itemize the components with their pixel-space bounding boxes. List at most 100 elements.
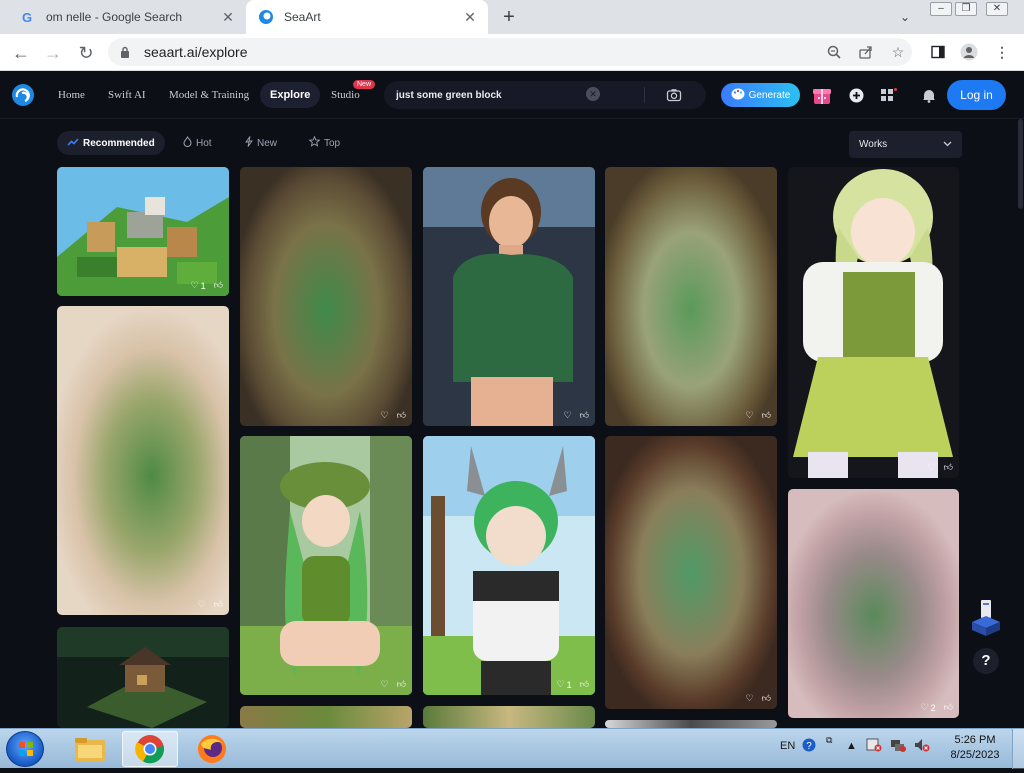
- file-explorer-icon[interactable]: [62, 731, 118, 767]
- scrollbar-track[interactable]: [1017, 119, 1024, 728]
- notification-bell-icon[interactable]: [921, 87, 937, 103]
- network-icon[interactable]: [890, 738, 906, 755]
- clear-search-icon[interactable]: ✕: [586, 87, 600, 101]
- new-tab-button[interactable]: +: [498, 6, 520, 28]
- share-icon[interactable]: [856, 42, 876, 62]
- firefox-icon[interactable]: [184, 731, 240, 767]
- filter-new[interactable]: New: [235, 131, 287, 155]
- url-field[interactable]: seaart.ai/explore: [108, 38, 912, 66]
- filter-recommended[interactable]: Recommended: [57, 131, 165, 155]
- close-tab-icon[interactable]: ✕: [218, 7, 238, 27]
- tray-expand-icon[interactable]: ▲: [846, 740, 857, 752]
- help-button[interactable]: ?: [973, 648, 999, 674]
- nav-model-training[interactable]: Model & Training: [169, 89, 249, 101]
- image-card-blurred[interactable]: ♡ 2 👍︎: [788, 489, 959, 718]
- chip-label: New: [257, 137, 278, 149]
- like-icon[interactable]: ♡: [564, 410, 572, 421]
- image-card-partial[interactable]: [605, 720, 777, 728]
- minimize-button[interactable]: –: [930, 2, 952, 16]
- google-icon: G: [20, 9, 36, 25]
- nav-explore[interactable]: Explore: [260, 82, 321, 108]
- studio-new-badge: New: [353, 80, 376, 89]
- image-card-partial[interactable]: [423, 706, 595, 728]
- chrome-menu-icon[interactable]: ⋮: [992, 42, 1012, 62]
- floating-promo-icon[interactable]: [970, 598, 1002, 638]
- nav-home[interactable]: Home: [58, 89, 85, 101]
- tab-search-icon[interactable]: ⌄: [895, 8, 915, 26]
- side-panel-icon[interactable]: [928, 42, 948, 62]
- image-card-blurred[interactable]: ♡ 👍︎: [57, 306, 229, 615]
- nav-studio[interactable]: Studio: [331, 89, 360, 101]
- image-card-blurred[interactable]: ♡ 👍︎: [240, 167, 412, 426]
- thumbs-up-icon[interactable]: 👍︎: [214, 280, 223, 291]
- system-clock[interactable]: 5:26 PM 8/25/2023: [950, 733, 1000, 763]
- card-stats: ♡ 👍︎: [381, 679, 406, 690]
- star-icon: [308, 135, 321, 150]
- volume-muted-icon[interactable]: [914, 738, 930, 755]
- seaart-logo-icon[interactable]: [11, 83, 35, 107]
- thumbs-up-icon[interactable]: 👍︎: [944, 702, 953, 713]
- generate-button[interactable]: Generate: [721, 83, 800, 107]
- chrome-taskbar-icon[interactable]: [122, 731, 178, 767]
- like-icon[interactable]: ♡ 1: [191, 280, 206, 291]
- image-blurred: [788, 489, 959, 718]
- like-icon[interactable]: ♡ 1: [557, 679, 572, 690]
- apps-grid-icon[interactable]: [881, 87, 897, 103]
- like-icon[interactable]: ♡ 2: [921, 702, 936, 713]
- language-indicator[interactable]: EN: [780, 740, 795, 752]
- like-icon[interactable]: ♡: [746, 410, 754, 421]
- like-icon[interactable]: ♡: [928, 462, 936, 473]
- image-card-anime-schoolgirl[interactable]: ♡ 👍︎: [788, 167, 959, 478]
- thumbs-up-icon[interactable]: 👍︎: [397, 410, 406, 421]
- browser-tab-seaart[interactable]: SeaArt ✕: [246, 0, 488, 34]
- thumbs-up-icon[interactable]: 👍︎: [397, 679, 406, 690]
- image-card-woman-green-top[interactable]: ♡ 👍︎: [423, 167, 595, 426]
- image-partial: [423, 706, 595, 728]
- bookmark-star-icon[interactable]: ☆: [888, 42, 908, 62]
- zoom-icon[interactable]: [824, 42, 844, 62]
- like-icon[interactable]: ♡: [746, 693, 754, 704]
- show-desktop-button[interactable]: [1012, 729, 1024, 769]
- image-card-blurred[interactable]: ♡ 👍︎: [605, 436, 777, 709]
- windows-start-icon[interactable]: [6, 731, 44, 767]
- reload-icon[interactable]: ↻: [73, 40, 99, 66]
- works-dropdown[interactable]: Works: [849, 131, 962, 158]
- search-input[interactable]: [394, 85, 584, 105]
- image-card-anime-girl-forest[interactable]: ♡ 👍︎: [240, 436, 412, 695]
- back-icon[interactable]: ←: [8, 40, 34, 66]
- filter-top[interactable]: Top: [299, 131, 350, 155]
- help-circle-icon[interactable]: ?: [802, 738, 816, 755]
- nav-swift-ai[interactable]: Swift AI: [108, 89, 146, 101]
- close-tab-icon[interactable]: ✕: [460, 7, 480, 27]
- scrollbar-thumb[interactable]: [1018, 119, 1023, 209]
- forward-icon[interactable]: →: [40, 40, 66, 66]
- search-box[interactable]: ✕: [384, 81, 706, 109]
- login-button[interactable]: Log in: [947, 80, 1006, 110]
- window-switch-icon[interactable]: ⧉: [826, 735, 832, 746]
- image-card-cottage[interactable]: [57, 627, 229, 728]
- camera-icon[interactable]: [666, 87, 682, 103]
- image-card-partial[interactable]: [240, 706, 412, 728]
- add-icon[interactable]: [848, 87, 864, 103]
- gift-icon[interactable]: [812, 84, 832, 106]
- filter-hot[interactable]: Hot: [173, 131, 222, 155]
- close-window-button[interactable]: ✕: [986, 2, 1008, 16]
- browser-tab-google[interactable]: G om nelle - Google Search ✕: [8, 0, 246, 34]
- like-icon[interactable]: ♡: [198, 599, 206, 610]
- like-icon[interactable]: ♡: [381, 410, 389, 421]
- thumbs-up-icon[interactable]: 👍︎: [580, 679, 589, 690]
- action-center-icon[interactable]: [866, 738, 882, 755]
- image-card-blurred[interactable]: ♡ 👍︎: [605, 167, 777, 426]
- thumbs-up-icon[interactable]: 👍︎: [762, 410, 771, 421]
- thumbs-up-icon[interactable]: 👍︎: [762, 693, 771, 704]
- profile-avatar-icon[interactable]: [959, 42, 979, 62]
- lock-icon: [120, 46, 134, 58]
- image-card-minecraft-blocks[interactable]: ♡ 1 👍︎: [57, 167, 229, 296]
- thumbs-up-icon[interactable]: 👍︎: [944, 462, 953, 473]
- thumbs-up-icon[interactable]: 👍︎: [580, 410, 589, 421]
- trend-icon: [67, 137, 79, 150]
- like-icon[interactable]: ♡: [381, 679, 389, 690]
- restore-button[interactable]: ❐: [955, 2, 977, 16]
- thumbs-up-icon[interactable]: 👍︎: [214, 599, 223, 610]
- image-card-catgirl[interactable]: ♡ 1 👍︎: [423, 436, 595, 695]
